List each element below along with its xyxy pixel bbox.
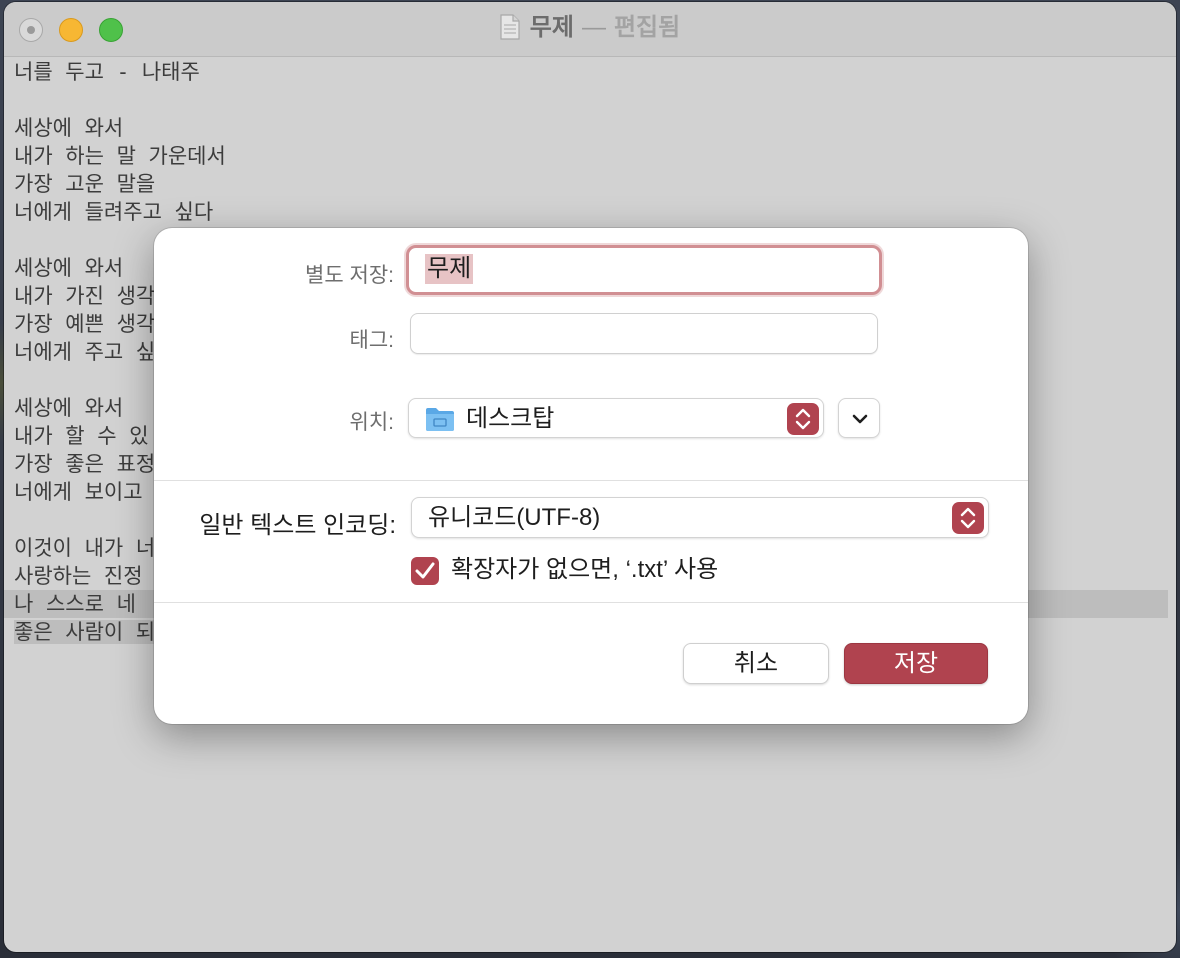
save-as-label: 별도 저장: (305, 264, 394, 287)
location-label: 위치: (349, 411, 394, 434)
tags-label: 태그: (349, 329, 394, 352)
save-button[interactable]: 저장 (844, 643, 988, 684)
divider (154, 480, 1028, 481)
divider (154, 602, 1028, 603)
up-down-chevron-icon[interactable] (787, 403, 819, 435)
document-name: 무제 (529, 14, 574, 41)
save-dialog: 별도 저장: 무제 태그: 위치: 데스크탑 일반 텍스트 인코딩: 유니코드(… (154, 228, 1028, 724)
folder-icon (426, 408, 454, 431)
encoding-popup[interactable]: 유니코드(UTF-8) (411, 497, 989, 538)
tags-field[interactable] (410, 313, 878, 354)
encoding-label: 일반 텍스트 인코딩: (199, 512, 396, 539)
text-line: 세상에 와서 (14, 116, 124, 140)
filename-input[interactable]: 무제 (425, 254, 474, 284)
txt-extension-checkbox[interactable] (411, 557, 439, 585)
title-bar[interactable]: 무제 — 편집됨 (4, 2, 1176, 57)
filename-field[interactable]: 무제 (406, 245, 882, 295)
location-value: 데스크탑 (466, 405, 555, 432)
title-separator: — (581, 14, 606, 41)
txt-extension-label[interactable]: 확장자가 없으면, ‘.txt’ 사용 (451, 555, 718, 585)
text-line (14, 86, 1176, 114)
expand-dialog-button[interactable] (838, 398, 880, 438)
text-line: 내가 하는 말 가운데서 (14, 144, 226, 168)
cancel-button[interactable]: 취소 (683, 643, 829, 684)
location-popup[interactable]: 데스크탑 (408, 398, 824, 438)
text-line: 가장 고운 말을 (14, 172, 156, 196)
window-title: 무제 — 편집됨 (4, 12, 1176, 44)
chevron-down-icon (852, 414, 868, 424)
edited-status: 편집됨 (613, 14, 681, 41)
encoding-value: 유니코드(UTF-8) (428, 504, 601, 531)
up-down-chevron-icon[interactable] (952, 502, 984, 534)
text-line: 너를 두고 - 나태주 (14, 60, 200, 84)
checkmark-icon (415, 562, 435, 579)
document-icon[interactable] (500, 14, 520, 40)
selected-text: 좋은 사람이 되 (14, 620, 156, 644)
text-line: 너에게 들려주고 싶다 (14, 200, 214, 224)
